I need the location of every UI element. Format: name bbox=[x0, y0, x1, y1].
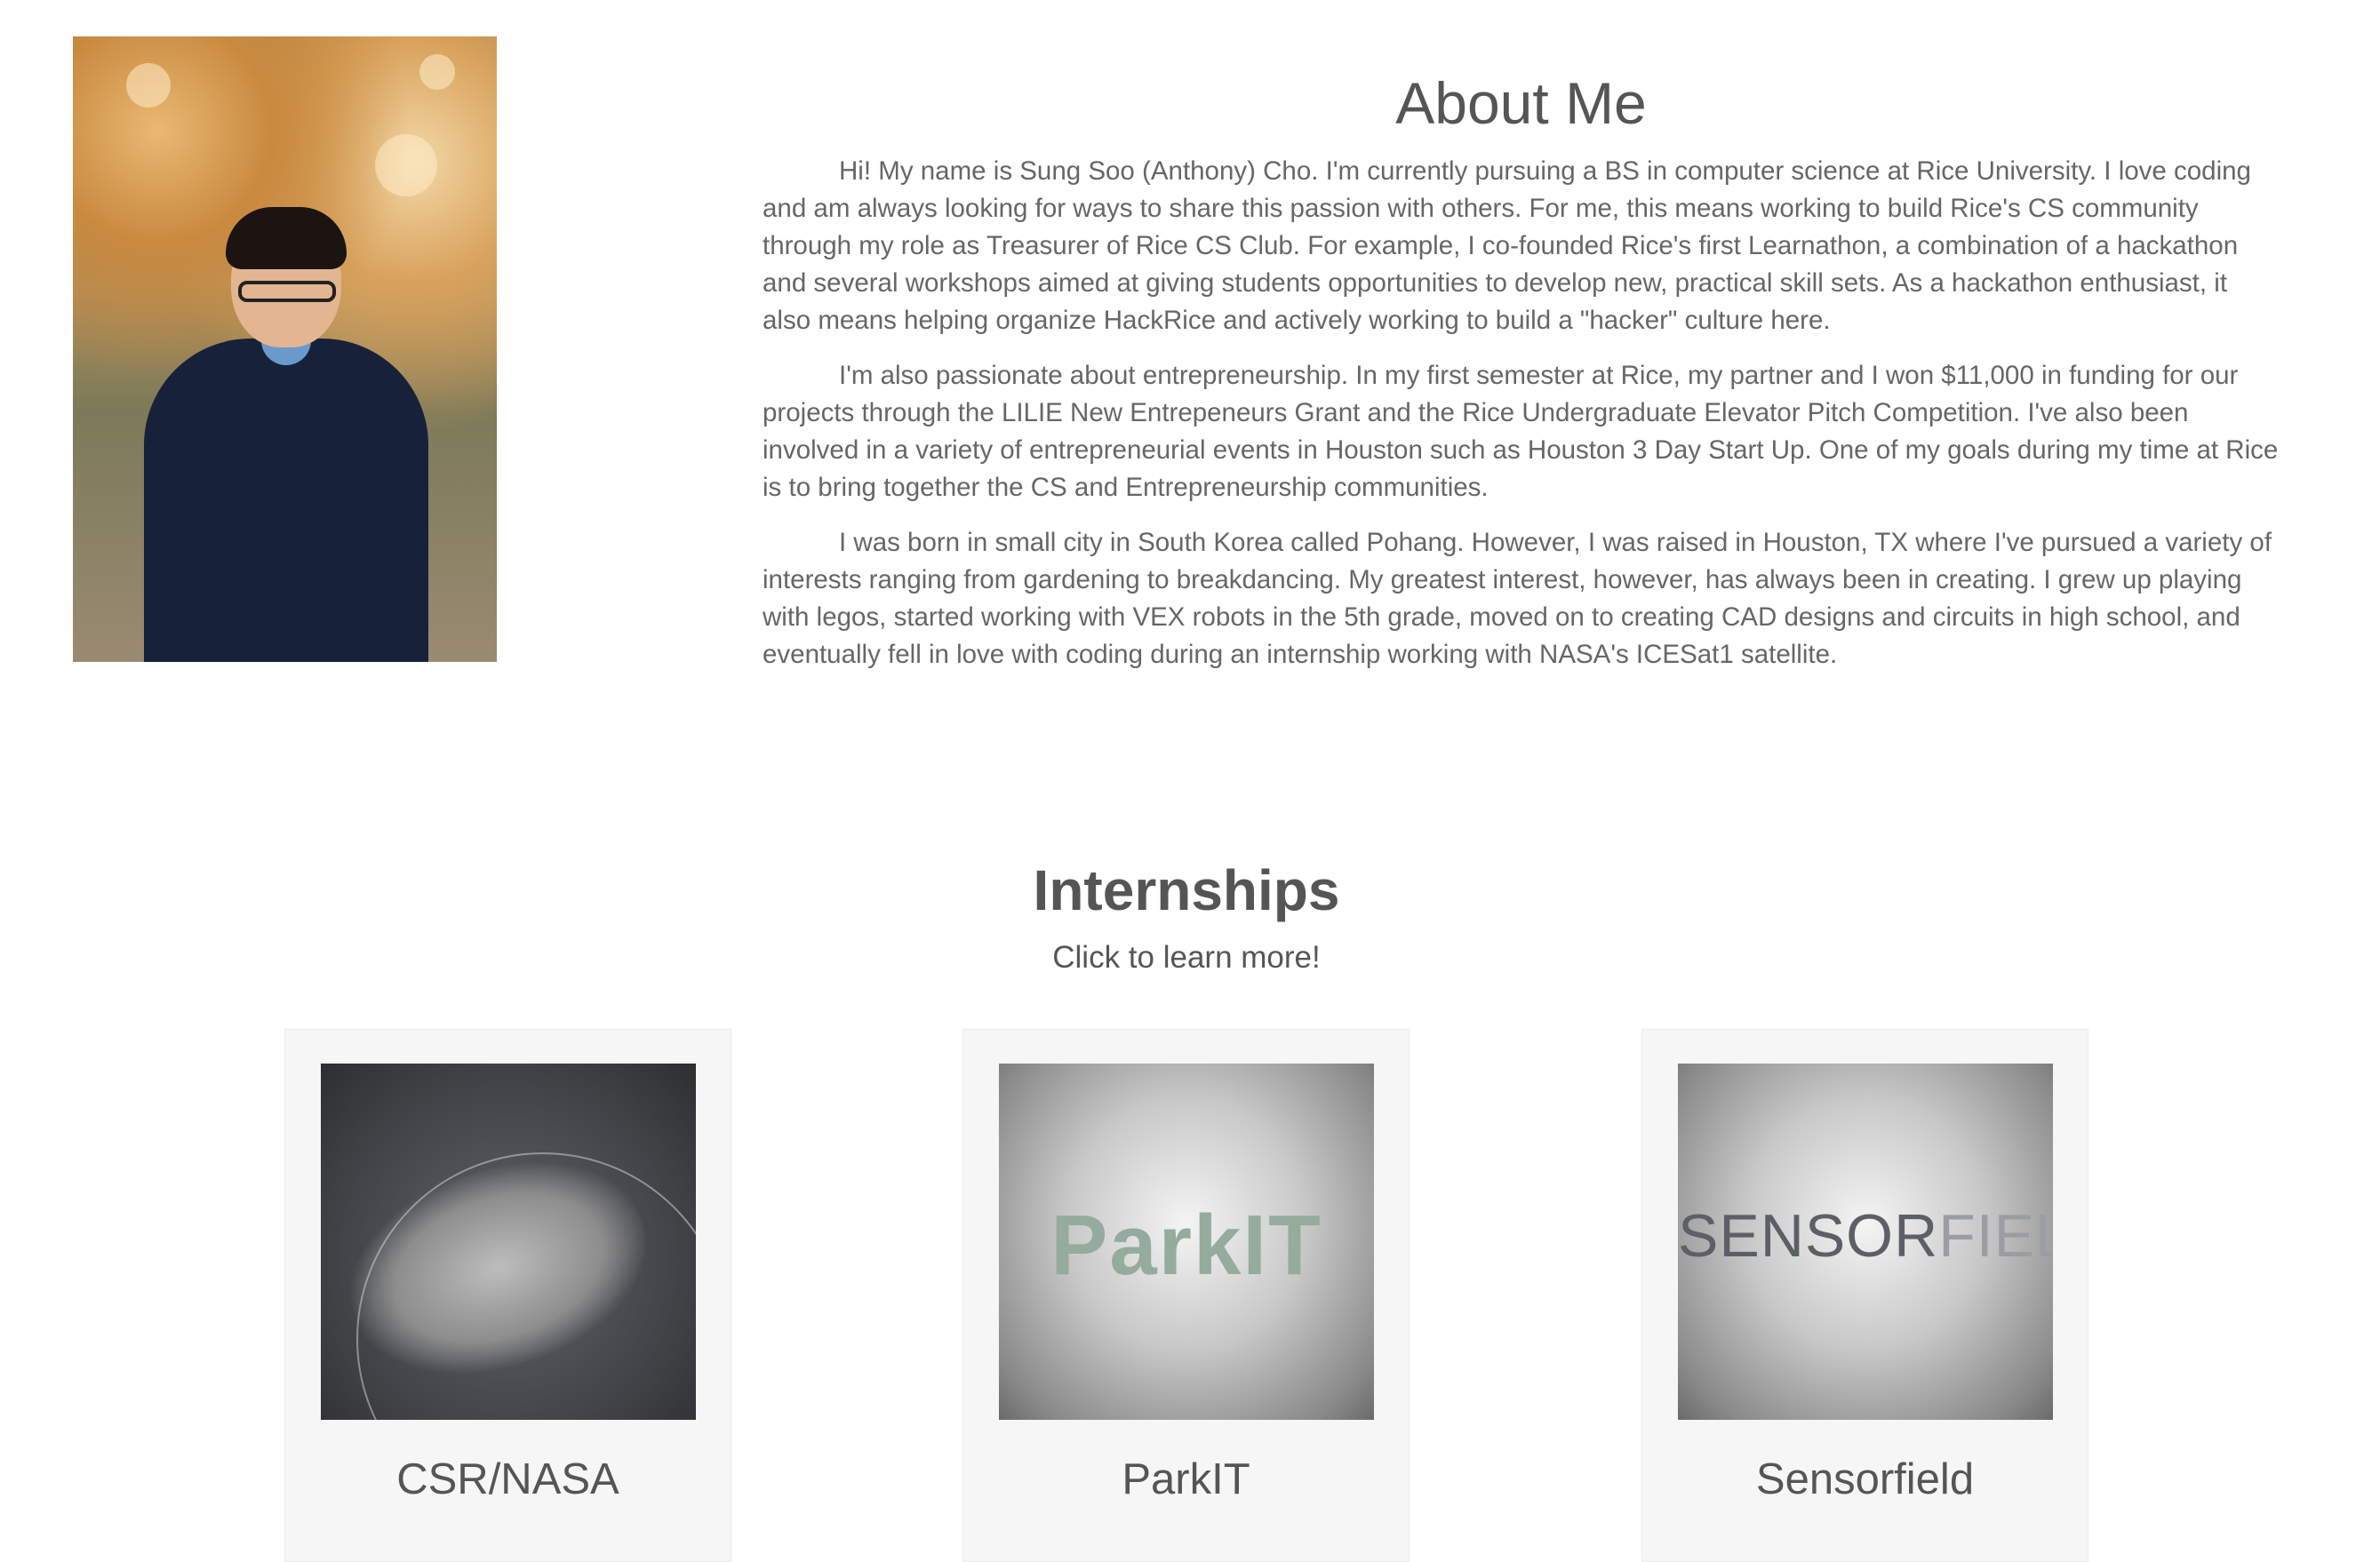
internship-card-parkit[interactable]: ParkIT ParkIT bbox=[962, 1029, 1410, 1562]
about-text: Hi! My name is Sung Soo (Anthony) Cho. I… bbox=[763, 153, 2282, 691]
card-label: ParkIT bbox=[1122, 1455, 1250, 1503]
internships-subtitle: Click to learn more! bbox=[1052, 940, 1321, 975]
about-title: About Me bbox=[1395, 70, 1647, 136]
internship-card-csr-nasa[interactable]: CSR/NASA bbox=[284, 1029, 731, 1562]
card-label: Sensorfield bbox=[1755, 1455, 1975, 1503]
profile-photo bbox=[73, 36, 497, 662]
parkit-logo: ParkIT bbox=[1050, 1198, 1322, 1293]
csr-nasa-image bbox=[321, 1064, 696, 1420]
internships-title: Internships bbox=[1033, 858, 1340, 922]
parkit-logo-image: ParkIT bbox=[999, 1064, 1374, 1420]
sensorfield-logo-image: SENSORFIELD bbox=[1678, 1064, 2053, 1420]
about-paragraph: I'm also passionate about entrepreneursh… bbox=[763, 361, 2279, 502]
about-paragraph: I was born in small city in South Korea … bbox=[763, 528, 2272, 669]
logo-text-a: SENSOR bbox=[1678, 1202, 1939, 1270]
sensorfield-logo: SENSORFIELD bbox=[1678, 1201, 2053, 1271]
card-label: CSR/NASA bbox=[396, 1455, 619, 1503]
about-paragraph: Hi! My name is Sung Soo (Anthony) Cho. I… bbox=[763, 156, 2251, 335]
logo-text-b: FIELD bbox=[1938, 1202, 2053, 1270]
internship-card-sensorfield[interactable]: SENSORFIELD Sensorfield bbox=[1641, 1029, 2088, 1562]
